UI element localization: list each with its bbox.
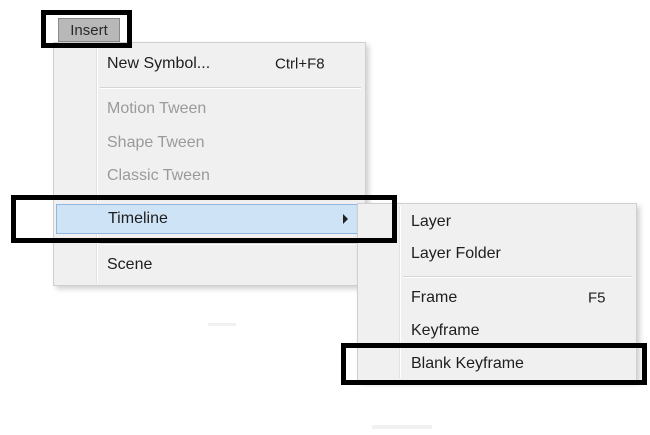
submenu-item-frame-label: Frame <box>411 289 458 306</box>
submenu-item-layer[interactable]: Layer <box>360 207 634 237</box>
submenu-item-keyframe-label: Keyframe <box>411 322 480 339</box>
image-artifact <box>208 323 236 326</box>
annotation-box-insert <box>41 10 132 48</box>
submenu-item-layer-folder-label: Layer Folder <box>411 245 501 262</box>
menu-item-new-symbol-shortcut: Ctrl+F8 <box>275 55 325 73</box>
annotation-box-timeline <box>11 195 397 243</box>
menu-separator <box>403 276 632 278</box>
image-artifact <box>372 425 432 429</box>
menu-item-scene-label: Scene <box>107 256 153 273</box>
menu-item-scene[interactable]: Scene <box>56 250 363 280</box>
insert-menu: New Symbol... Ctrl+F8 Motion Tween Shape… <box>53 42 366 286</box>
menu-separator <box>100 87 361 89</box>
menu-item-motion-tween: Motion Tween <box>56 94 363 124</box>
menu-item-shape-tween-label: Shape Tween <box>107 134 205 151</box>
menu-item-classic-tween-label: Classic Tween <box>107 167 210 184</box>
menu-item-new-symbol-label: New Symbol... <box>107 55 211 72</box>
submenu-item-layer-label: Layer <box>411 213 452 230</box>
menu-item-new-symbol[interactable]: New Symbol... Ctrl+F8 <box>56 49 363 79</box>
submenu-item-frame-shortcut: F5 <box>588 289 606 307</box>
menu-item-classic-tween: Classic Tween <box>56 161 363 191</box>
annotation-box-blank-keyframe <box>341 343 647 385</box>
menu-item-motion-tween-label: Motion Tween <box>107 100 207 117</box>
submenu-item-keyframe[interactable]: Keyframe <box>360 316 634 346</box>
menu-item-shape-tween: Shape Tween <box>56 128 363 158</box>
submenu-item-layer-folder[interactable]: Layer Folder <box>360 239 634 269</box>
submenu-item-frame[interactable]: Frame F5 <box>360 283 634 313</box>
menu-separator <box>100 243 361 245</box>
